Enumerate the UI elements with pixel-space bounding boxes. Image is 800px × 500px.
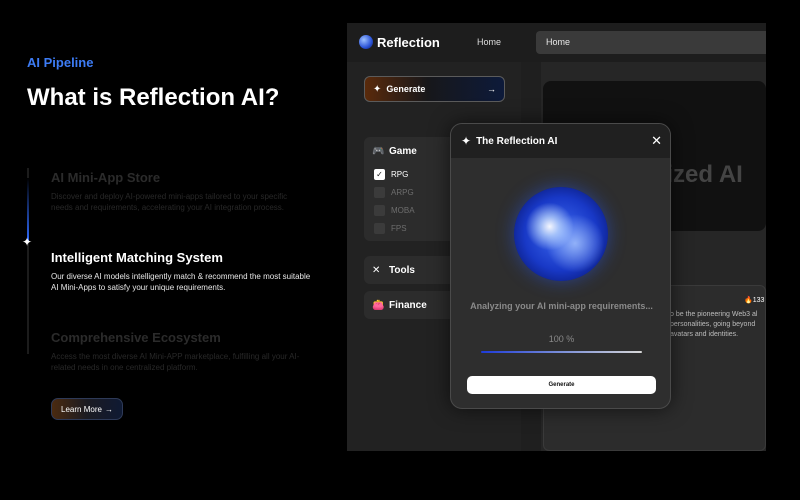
category-label: Tools (389, 264, 415, 276)
checkbox[interactable] (374, 204, 385, 216)
timeline-progress (27, 178, 29, 242)
generate-label: Generate (386, 84, 426, 94)
section-eyebrow: AI Pipeline (27, 55, 94, 70)
learn-more-label: Learn More (61, 404, 102, 414)
checkbox-checked[interactable]: ✓ (374, 168, 385, 180)
feature-title: Comprehensive Ecosystem (51, 330, 221, 345)
feature-intelligent-matching[interactable]: Intelligent Matching System Our diverse … (51, 250, 311, 293)
modal-title: The Reflection AI (476, 135, 558, 147)
option-label: RPG (391, 169, 409, 179)
reflection-ai-modal: ✦ The Reflection AI ✕ Analyzing your AI … (450, 123, 671, 409)
feature-description: Access the most diverse AI Mini-APP mark… (51, 352, 300, 372)
tools-icon: ✕ (372, 264, 381, 276)
progress-fill (481, 351, 642, 353)
arrow-right-icon: → (487, 84, 496, 94)
section-headline: What is Reflection AI? (27, 84, 280, 111)
top-bar: Reflection Home Home (347, 23, 766, 62)
sparkle-icon: ✦ (461, 134, 472, 148)
close-icon[interactable]: ✕ (651, 133, 662, 149)
info-card-text: o be the pioneering Web3 al personalitie… (670, 311, 758, 338)
address-bar[interactable]: Home (536, 31, 766, 54)
modal-generate-button[interactable]: Generate (467, 376, 656, 394)
checkbox[interactable] (374, 186, 385, 198)
likes-count: 🔥133 (744, 297, 765, 304)
brand-name[interactable]: Reflection (377, 35, 440, 50)
option-label: ARPG (391, 187, 414, 197)
sparkle-icon: ✦ (21, 235, 33, 249)
learn-more-button[interactable]: Learn More → (51, 398, 123, 420)
feature-description: Discover and deploy AI-powered mini-apps… (51, 192, 288, 212)
sparkle-icon: ✦ (373, 83, 382, 95)
feature-comprehensive-ecosystem[interactable]: Comprehensive Ecosystem Access the most … (51, 330, 311, 373)
progress-bar (481, 351, 642, 353)
option-label: FPS (391, 223, 407, 233)
feature-mini-app-store[interactable]: AI Mini-App Store Discover and deploy AI… (51, 170, 311, 213)
ai-orb-image (514, 187, 608, 281)
modal-header: ✦ The Reflection AI ✕ (451, 124, 670, 158)
analysis-status: Analyzing your AI mini-app requirements.… (470, 301, 653, 311)
gamepad-icon: 🎮 (372, 145, 385, 157)
generate-button[interactable]: ✦ Generate → (364, 76, 505, 102)
feature-title: Intelligent Matching System (51, 250, 223, 265)
progress-percent: 100 % (548, 334, 575, 344)
checkbox[interactable] (374, 222, 385, 234)
feature-title: AI Mini-App Store (51, 170, 161, 185)
nav-home-link[interactable]: Home (477, 37, 501, 47)
arrow-right-icon: → (104, 404, 113, 414)
feature-description: Our diverse AI models intelligently matc… (51, 272, 311, 292)
wallet-icon: 👛 (372, 299, 385, 311)
reflection-logo-icon (359, 35, 373, 49)
category-label: Finance (389, 299, 427, 311)
option-label: MOBA (391, 205, 415, 215)
category-label: Game (389, 145, 417, 157)
